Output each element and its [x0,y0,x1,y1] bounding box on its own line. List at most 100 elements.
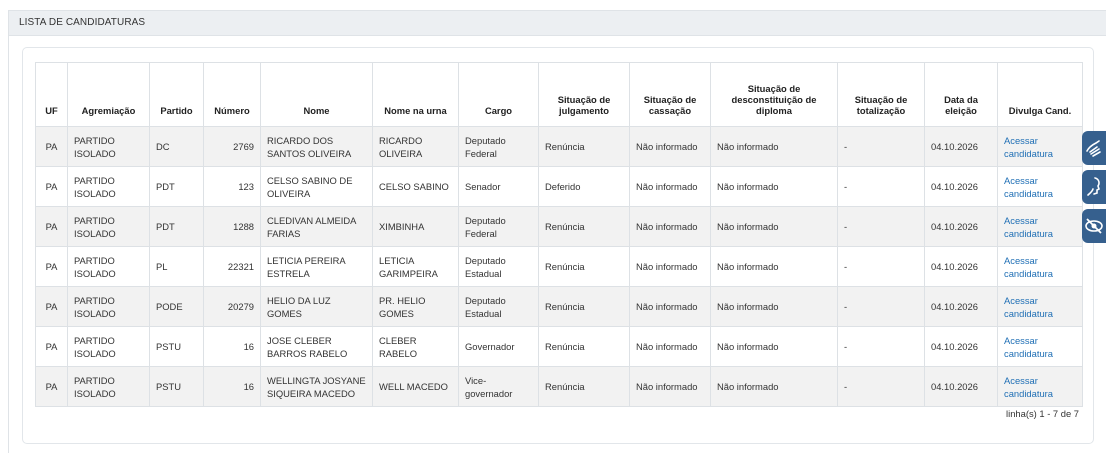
cell-partido: PL [149,246,204,287]
acessar-candidatura-link[interactable]: Acessar candidatura [1004,295,1053,319]
cell-cargo: Deputado Estadual [458,286,539,327]
table-row: PA PARTIDO ISOLADO PSTU 16 WELLINGTA JOSYANE… [35,366,1083,407]
cell-data: 04.10.2026 [924,166,998,207]
column-header-julgamento[interactable]: Situação de julgamento [538,62,630,127]
cell-totalizacao: - [837,126,925,167]
cell-uf: PA [35,166,68,207]
column-header-divulga[interactable]: Divulga Cand. [997,62,1083,127]
accessibility-toolbar [1082,131,1106,248]
cell-uf: PA [35,206,68,247]
cell-agremiacao: PARTIDO ISOLADO [67,126,150,167]
cell-partido: DC [149,126,204,167]
acessar-candidatura-link[interactable]: Acessar candidatura [1004,335,1053,359]
cell-nome-urna: CELSO SABINO [372,166,459,207]
cell-partido: PDT [149,166,204,207]
cell-agremiacao: PARTIDO ISOLADO [67,246,150,287]
table-header-row: UF Agremiação Partido Número Nome Nome n… [35,62,1083,127]
cell-julgamento: Renúncia [538,126,630,167]
cell-data: 04.10.2026 [924,206,998,247]
column-header-cassacao[interactable]: Situação de cassação [629,62,711,127]
cell-nome: WELLINGTA JOSYANE SIQUEIRA MACEDO [260,366,373,407]
cell-desconstituicao: Não informado [710,126,838,167]
cell-cassacao: Não informado [629,206,711,247]
cell-cassacao: Não informado [629,366,711,407]
cell-cargo: Deputado Estadual [458,246,539,287]
column-header-agremiacao[interactable]: Agremiação [67,62,150,127]
cell-totalizacao: - [837,326,925,367]
cell-totalizacao: - [837,246,925,287]
cell-data: 04.10.2026 [924,326,998,367]
cell-totalizacao: - [837,286,925,327]
cell-desconstituicao: Não informado [710,246,838,287]
cell-nome-urna: WELL MACEDO [372,366,459,407]
cell-totalizacao: - [837,166,925,207]
cell-numero: 16 [203,366,261,407]
acessar-candidatura-link[interactable]: Acessar candidatura [1004,135,1053,159]
cell-nome: RICARDO DOS SANTOS OLIVEIRA [260,126,373,167]
cell-cassacao: Não informado [629,286,711,327]
cell-cargo: Governador [458,326,539,367]
cell-uf: PA [35,126,68,167]
cell-desconstituicao: Não informado [710,326,838,367]
acessar-candidatura-link[interactable]: Acessar candidatura [1004,255,1053,279]
cell-desconstituicao: Não informado [710,286,838,327]
table-row: PA PARTIDO ISOLADO DC 2769 RICARDO DOS SANTO… [35,126,1083,167]
cell-nome-urna: PR. HELIO GOMES [372,286,459,327]
cell-divulga: Acessar candidatura [997,326,1083,367]
cell-cassacao: Não informado [629,326,711,367]
table-row: PA PARTIDO ISOLADO PSTU 16 JOSE CLEBER BARRO… [35,326,1083,367]
cell-desconstituicao: Não informado [710,166,838,207]
cell-julgamento: Deferido [538,166,630,207]
cell-nome-urna: XIMBINHA [372,206,459,247]
low-vision-button[interactable] [1082,209,1106,243]
cell-data: 04.10.2026 [924,126,998,167]
cell-agremiacao: PARTIDO ISOLADO [67,166,150,207]
cell-divulga: Acessar candidatura [997,206,1083,247]
column-header-totalizacao[interactable]: Situação de totalização [837,62,925,127]
cell-nome-urna: RICARDO OLIVEIRA [372,126,459,167]
cell-uf: PA [35,246,68,287]
cell-julgamento: Renúncia [538,326,630,367]
cell-numero: 2769 [203,126,261,167]
cell-julgamento: Renúncia [538,366,630,407]
acessar-candidatura-link[interactable]: Acessar candidatura [1004,175,1053,199]
cell-numero: 1288 [203,206,261,247]
cell-cassacao: Não informado [629,126,711,167]
cell-nome: CLEDIVAN ALMEIDA FARIAS [260,206,373,247]
panel-title: LISTA DE CANDIDATURAS [9,11,1106,36]
cell-julgamento: Renúncia [538,206,630,247]
column-header-uf[interactable]: UF [35,62,68,127]
pagination-info: linha(s) 1 - 7 de 7 [1006,408,1079,419]
cell-julgamento: Renúncia [538,286,630,327]
column-header-nome-urna[interactable]: Nome na urna [372,62,459,127]
table-row: PA PARTIDO ISOLADO PDT 123 CELSO SABINO DE O… [35,166,1083,207]
column-header-numero[interactable]: Número [203,62,261,127]
cell-uf: PA [35,326,68,367]
cell-nome: JOSE CLEBER BARROS RABELO [260,326,373,367]
column-header-nome[interactable]: Nome [260,62,373,127]
cell-totalizacao: - [837,206,925,247]
cell-divulga: Acessar candidatura [997,126,1083,167]
cell-divulga: Acessar candidatura [997,166,1083,207]
cell-numero: 20279 [203,286,261,327]
column-header-partido[interactable]: Partido [149,62,204,127]
column-header-cargo[interactable]: Cargo [458,62,539,127]
cell-data: 04.10.2026 [924,286,998,327]
cell-partido: PSTU [149,326,204,367]
acessar-candidatura-link[interactable]: Acessar candidatura [1004,375,1053,399]
cell-agremiacao: PARTIDO ISOLADO [67,366,150,407]
acessar-candidatura-link[interactable]: Acessar candidatura [1004,215,1053,239]
audio-description-button[interactable] [1082,170,1106,204]
cell-numero: 123 [203,166,261,207]
cell-agremiacao: PARTIDO ISOLADO [67,326,150,367]
column-header-data[interactable]: Data da eleição [924,62,998,127]
cell-cassacao: Não informado [629,246,711,287]
audio-description-icon [1087,177,1100,196]
sign-language-button[interactable] [1082,131,1106,165]
cell-cargo: Senador [458,166,539,207]
column-header-desconstituicao[interactable]: Situação de desconstituição de diploma [710,62,838,127]
cell-divulga: Acessar candidatura [997,366,1083,407]
cell-numero: 22321 [203,246,261,287]
cell-cargo: Deputado Federal [458,126,539,167]
cell-uf: PA [35,286,68,327]
